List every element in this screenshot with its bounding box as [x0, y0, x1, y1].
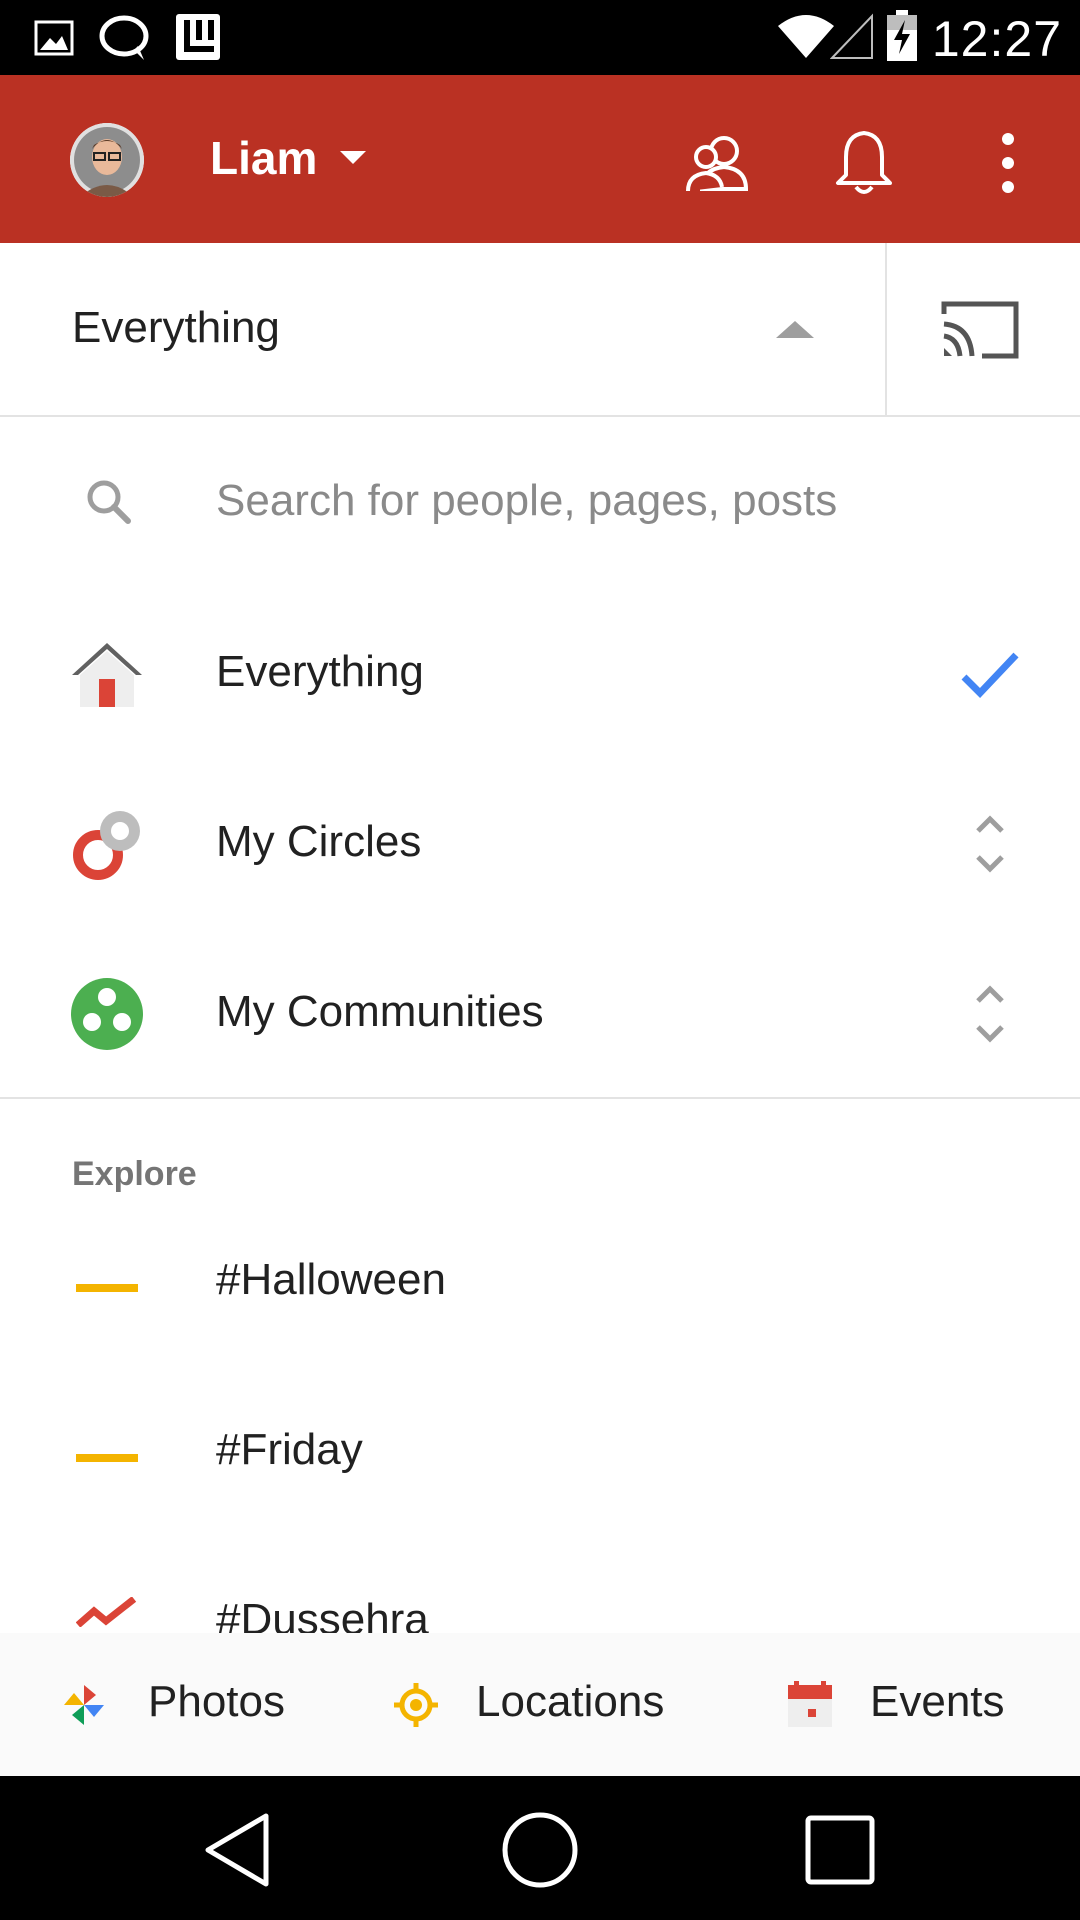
stream-selector[interactable]: Everything — [0, 243, 1080, 417]
wifi-icon — [778, 15, 834, 58]
divider — [885, 243, 887, 415]
notifications-bell-icon[interactable] — [826, 125, 902, 201]
cell-signal-icon — [830, 13, 873, 59]
locations-label: Locations — [476, 1677, 665, 1726]
search-input[interactable] — [216, 471, 1036, 531]
app-bar: Liam — [0, 75, 1080, 243]
locations-button[interactable]: Locations — [380, 1633, 710, 1776]
home-icon — [72, 643, 142, 707]
search-row — [0, 419, 1080, 584]
home-button-icon[interactable] — [498, 1808, 582, 1892]
checkmark-icon — [961, 652, 1019, 699]
stream-selector-label[interactable]: Everything — [72, 303, 280, 353]
chat-bubble-icon — [99, 15, 149, 60]
circles-icon — [73, 811, 140, 880]
expand-icon[interactable] — [958, 977, 1022, 1051]
explore-heading: Explore — [72, 1155, 197, 1193]
flat-trend-icon — [76, 1454, 138, 1462]
image-icon — [34, 20, 74, 56]
system-navigation-bar — [0, 1776, 1080, 1920]
stream-item-everything[interactable]: Everything — [0, 587, 1080, 757]
stream-item-my-communities[interactable]: My Communities — [0, 927, 1080, 1097]
explore-item-label: #Friday — [216, 1425, 363, 1474]
account-dropdown-caret-icon[interactable] — [340, 151, 366, 164]
expand-icon[interactable] — [958, 807, 1022, 881]
explore-item-label: #Halloween — [216, 1255, 446, 1304]
explore-item-halloween[interactable]: #Halloween — [0, 1195, 1080, 1365]
communities-icon — [71, 978, 143, 1050]
events-button[interactable]: Events — [780, 1633, 1060, 1776]
stream-item-my-circles[interactable]: My Circles — [0, 757, 1080, 927]
overflow-menu-icon[interactable] — [970, 125, 1046, 201]
collapse-arrow-icon[interactable] — [776, 321, 814, 338]
search-icon — [87, 480, 131, 524]
avatar[interactable] — [70, 123, 144, 197]
recents-icon[interactable] — [798, 1808, 882, 1892]
app-icon — [176, 14, 220, 60]
calendar-icon — [788, 1681, 832, 1727]
location-target-icon — [394, 1683, 438, 1727]
cast-icon[interactable] — [940, 298, 1020, 362]
trending-icon — [76, 1597, 137, 1627]
stream-item-label: Everything — [216, 647, 424, 696]
divider — [0, 1097, 1080, 1099]
battery-charging-icon — [887, 10, 917, 61]
events-label: Events — [870, 1677, 1005, 1726]
back-icon[interactable] — [196, 1808, 280, 1892]
avatar-photo — [70, 123, 144, 197]
stream-item-label: My Circles — [216, 817, 422, 866]
account-name[interactable]: Liam — [210, 131, 317, 185]
status-bar: 12:27 — [0, 0, 1080, 75]
photos-button[interactable]: Photos — [40, 1633, 330, 1776]
explore-item-friday[interactable]: #Friday — [0, 1365, 1080, 1535]
clock: 12:27 — [931, 11, 1062, 67]
flat-trend-icon — [76, 1284, 138, 1292]
stream-item-label: My Communities — [216, 987, 544, 1036]
people-icon[interactable] — [680, 125, 756, 201]
photos-pinwheel-icon — [64, 1685, 104, 1725]
bottom-action-bar: Photos Locations Events — [0, 1633, 1080, 1776]
photos-label: Photos — [148, 1677, 285, 1726]
